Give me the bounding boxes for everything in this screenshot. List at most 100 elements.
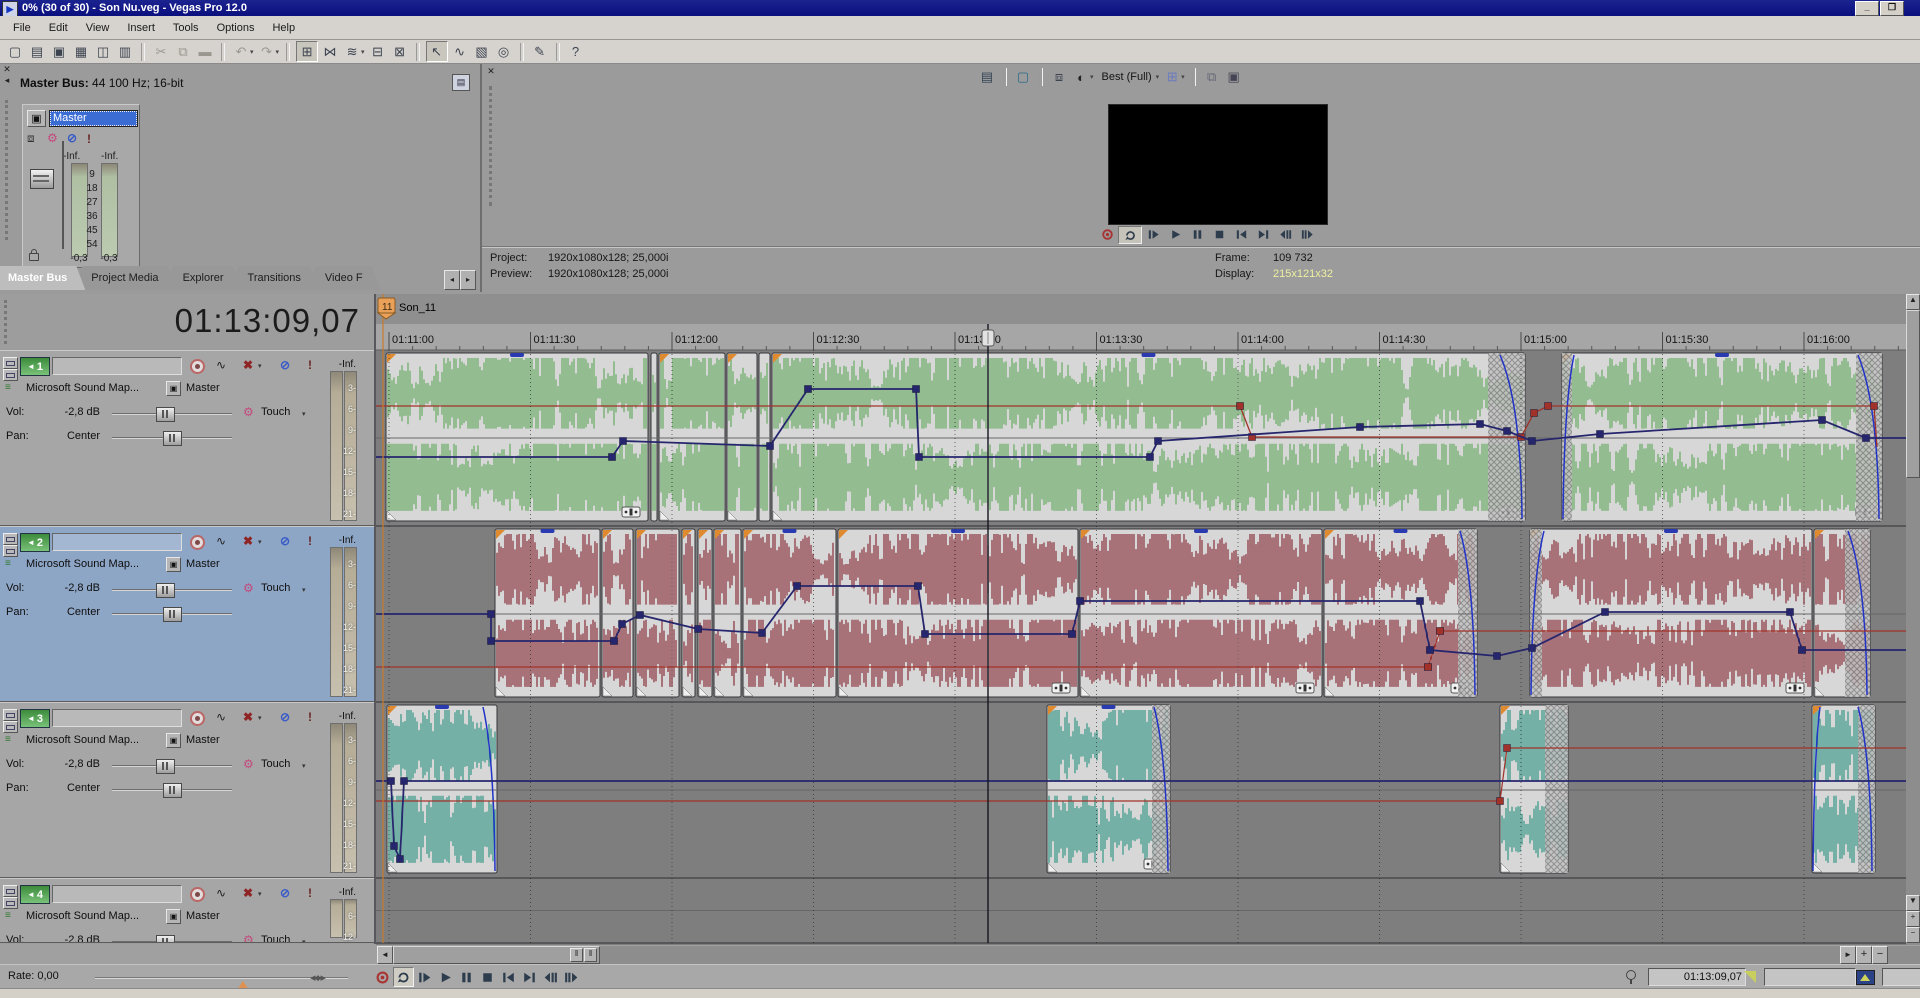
envelope-node[interactable]	[1357, 424, 1364, 431]
envelope-node[interactable]	[1787, 609, 1794, 616]
ignore-grouping-icon[interactable]: ⊠	[390, 42, 410, 61]
zoom-in-icon[interactable]: +	[1856, 946, 1872, 964]
envelope-node[interactable]	[1494, 653, 1501, 660]
menu-options[interactable]: Options	[208, 19, 264, 37]
lock-icon[interactable]	[29, 253, 39, 261]
audio-event[interactable]	[1047, 705, 1170, 873]
bus-assign-button[interactable]: ▣	[166, 381, 181, 396]
envelope-node[interactable]	[1529, 645, 1536, 652]
track-motion-icon[interactable]: ≡	[5, 381, 11, 395]
solo-icon[interactable]: ⊘	[280, 534, 290, 548]
record-arm-icon[interactable]	[190, 535, 205, 550]
split-screen-caret[interactable]: ▾	[1090, 73, 1094, 81]
menu-help[interactable]: Help	[263, 19, 304, 37]
automation-caret-icon[interactable]: ▾	[302, 760, 306, 774]
zoom-edge-right-icon[interactable]: ‖	[584, 948, 597, 962]
pushpin-icon[interactable]	[1626, 970, 1636, 980]
envelope-node[interactable]	[401, 778, 408, 785]
track-envelope-icon[interactable]: ∿	[216, 710, 226, 724]
close-icon[interactable]: ✕	[484, 66, 498, 77]
snap-indicator-icon[interactable]	[1856, 970, 1875, 985]
zoom-in-vertical-icon[interactable]: +	[1906, 911, 1920, 927]
envelope-node[interactable]	[1602, 609, 1609, 616]
envelope-node[interactable]	[1529, 438, 1536, 445]
vol-value[interactable]: -2,8 dB	[30, 758, 100, 770]
vol-slider[interactable]	[112, 765, 232, 767]
envelope-node[interactable]	[611, 638, 618, 645]
phase-icon[interactable]: !	[308, 358, 312, 372]
vertical-scroll-thumb[interactable]	[1906, 310, 1920, 478]
auto-ripple-icon[interactable]: ≋	[342, 42, 362, 61]
mute-caret-icon[interactable]: ▾	[258, 360, 262, 374]
preview-quality-caret[interactable]: ▾	[1156, 73, 1160, 81]
preview-go-to-start-button[interactable]	[1230, 226, 1252, 242]
automation-gear-icon[interactable]: ⚙	[243, 405, 254, 419]
track-number[interactable]: ◄2	[20, 533, 50, 552]
track-restore-icon[interactable]	[3, 897, 18, 909]
audio-event[interactable]	[1530, 529, 1812, 697]
envelope-node[interactable]	[488, 638, 495, 645]
track-number[interactable]: ◄4	[20, 885, 50, 904]
track-motion-icon[interactable]: ≡	[5, 557, 11, 571]
video-fx-icon[interactable]: ⧈	[1049, 68, 1069, 87]
audio-event[interactable]	[659, 353, 725, 521]
envelope-node[interactable]	[488, 611, 495, 618]
envelope-node[interactable]	[759, 630, 766, 637]
preview-play-from-start-button[interactable]	[1142, 226, 1164, 242]
envelope-node[interactable]	[637, 612, 644, 619]
audio-event[interactable]	[743, 529, 836, 697]
solo-icon[interactable]: ⊘	[280, 886, 290, 900]
audio-event[interactable]	[714, 529, 741, 697]
automation-caret-icon[interactable]: ▾	[302, 584, 306, 598]
automation-gear-icon[interactable]: ⚙	[243, 581, 254, 595]
envelope-node[interactable]	[767, 443, 774, 450]
preview-play-button[interactable]	[1164, 226, 1186, 242]
undo-icon-caret[interactable]: ▾	[250, 48, 254, 56]
automation-mode[interactable]: Touch	[261, 934, 290, 943]
bus-list-icon[interactable]: ▤	[452, 74, 470, 91]
normal-edit-tool-icon[interactable]: ↖	[426, 41, 448, 62]
track-name-field[interactable]	[52, 533, 182, 551]
minimize-button[interactable]: _	[1855, 1, 1879, 16]
scroll-down-icon[interactable]: ▼	[1906, 895, 1920, 911]
pan-slider[interactable]	[112, 437, 232, 439]
menu-edit[interactable]: Edit	[40, 19, 77, 37]
menu-insert[interactable]: Insert	[118, 19, 164, 37]
mute-caret-icon[interactable]: ▾	[258, 888, 262, 902]
track-device-name[interactable]: Microsoft Sound Map...	[26, 910, 139, 922]
horizontal-scroll-thumb[interactable]	[393, 946, 600, 964]
preview-step-back-button[interactable]	[1274, 226, 1296, 242]
solo-icon[interactable]: ⊘	[280, 358, 290, 372]
audio-event[interactable]	[682, 529, 695, 697]
envelope-node[interactable]	[1069, 631, 1076, 638]
zoom-out-vertical-icon[interactable]: −	[1906, 927, 1920, 943]
record-arm-icon[interactable]	[190, 359, 205, 374]
mute-caret-icon[interactable]: ▾	[258, 536, 262, 550]
track-restore-icon[interactable]	[3, 545, 18, 557]
envelope-edit-tool-icon[interactable]: ∿	[450, 42, 470, 61]
track-header-3[interactable]: ◄3∿✖▾⊘!-Inf.≡Microsoft Sound Map...▣Mast…	[0, 702, 374, 878]
envelope-node[interactable]	[397, 856, 404, 863]
phase-icon[interactable]: !	[308, 886, 312, 900]
bus-assign-button[interactable]: ▣	[166, 557, 181, 572]
vol-slider[interactable]	[112, 941, 232, 943]
bus-assign-button[interactable]: ▣	[166, 909, 181, 924]
envelope-node[interactable]	[1477, 421, 1484, 428]
vol-value[interactable]: -2,8 dB	[30, 406, 100, 418]
open-icon[interactable]: ▤	[27, 42, 47, 61]
cursor-time-field[interactable]: 01:13:09,07	[1648, 968, 1746, 986]
selection-length-field[interactable]	[1764, 968, 1856, 986]
scroll-left-icon[interactable]: ◄	[377, 946, 393, 964]
track-restore-icon[interactable]	[3, 369, 18, 381]
vol-slider-handle[interactable]	[156, 407, 175, 422]
envelope-node[interactable]	[695, 626, 702, 633]
auto-ripple-icon-caret[interactable]: ▾	[361, 48, 365, 56]
phase-icon[interactable]: !	[308, 534, 312, 548]
vol-slider-handle[interactable]	[156, 935, 175, 943]
envelope-node[interactable]	[1819, 417, 1826, 424]
envelope-node[interactable]	[1545, 403, 1552, 410]
overlay-grid-icon[interactable]: ⊞	[1162, 68, 1182, 87]
mute-icon[interactable]: ✖	[243, 710, 253, 724]
redo-icon-caret[interactable]: ▾	[276, 48, 280, 56]
master-bus-button[interactable]: ▣	[27, 110, 46, 127]
